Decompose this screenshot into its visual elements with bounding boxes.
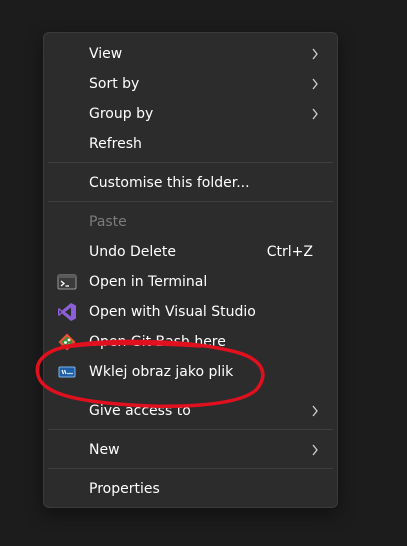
menu-item-group-by[interactable]: Group by [48,99,333,129]
desktop-background: View Sort by Group by Refresh Customise … [0,0,407,546]
menu-item-customise-folder[interactable]: Customise this folder... [48,168,333,198]
menu-item-label: Paste [89,214,127,230]
menu-item-sort-by[interactable]: Sort by [48,69,333,99]
menu-separator [48,429,333,430]
context-menu: View Sort by Group by Refresh Customise … [43,32,338,508]
menu-item-label: Give access to [89,403,191,419]
chevron-right-icon [312,78,318,90]
chevron-right-icon [312,405,318,417]
menu-item-label: Open Git Bash here [89,334,226,350]
terminal-icon [57,274,77,290]
menu-item-shortcut: Ctrl+Z [266,244,313,260]
menu-item-undo-delete[interactable]: Undo Delete Ctrl+Z [48,237,333,267]
menu-item-label: Wklej obraz jako plik [89,364,234,380]
menu-item-label: Customise this folder... [89,175,250,191]
menu-separator [48,162,333,163]
menu-item-label: Properties [89,481,160,497]
chevron-right-icon [312,48,318,60]
menu-item-label: Group by [89,106,154,122]
menu-item-give-access[interactable]: Give access to [48,396,333,426]
menu-item-properties[interactable]: Properties [48,474,333,504]
chevron-right-icon [312,108,318,120]
menu-item-open-git-bash[interactable]: Open Git Bash here [48,327,333,357]
menu-item-open-terminal[interactable]: Open in Terminal [48,267,333,297]
menu-item-view[interactable]: View [48,39,333,69]
menu-item-new[interactable]: New [48,435,333,465]
chevron-right-icon [312,444,318,456]
menu-item-label: Open in Terminal [89,274,208,290]
visual-studio-icon [58,303,76,321]
menu-item-label: Refresh [89,136,142,152]
menu-item-refresh[interactable]: Refresh [48,129,333,159]
menu-separator [48,468,333,469]
menu-item-label: Undo Delete [89,244,177,260]
paste-image-icon [58,366,76,378]
git-bash-icon [58,333,76,351]
menu-item-label: New [89,442,120,458]
menu-item-label: Open with Visual Studio [89,304,256,320]
menu-item-label: Sort by [89,76,140,92]
menu-item-paste: Paste [48,207,333,237]
menu-item-label: View [89,46,123,62]
menu-separator [48,201,333,202]
menu-item-open-visual-studio[interactable]: Open with Visual Studio [48,297,333,327]
menu-item-paste-image-as-file[interactable]: Wklej obraz jako plik [48,357,333,387]
